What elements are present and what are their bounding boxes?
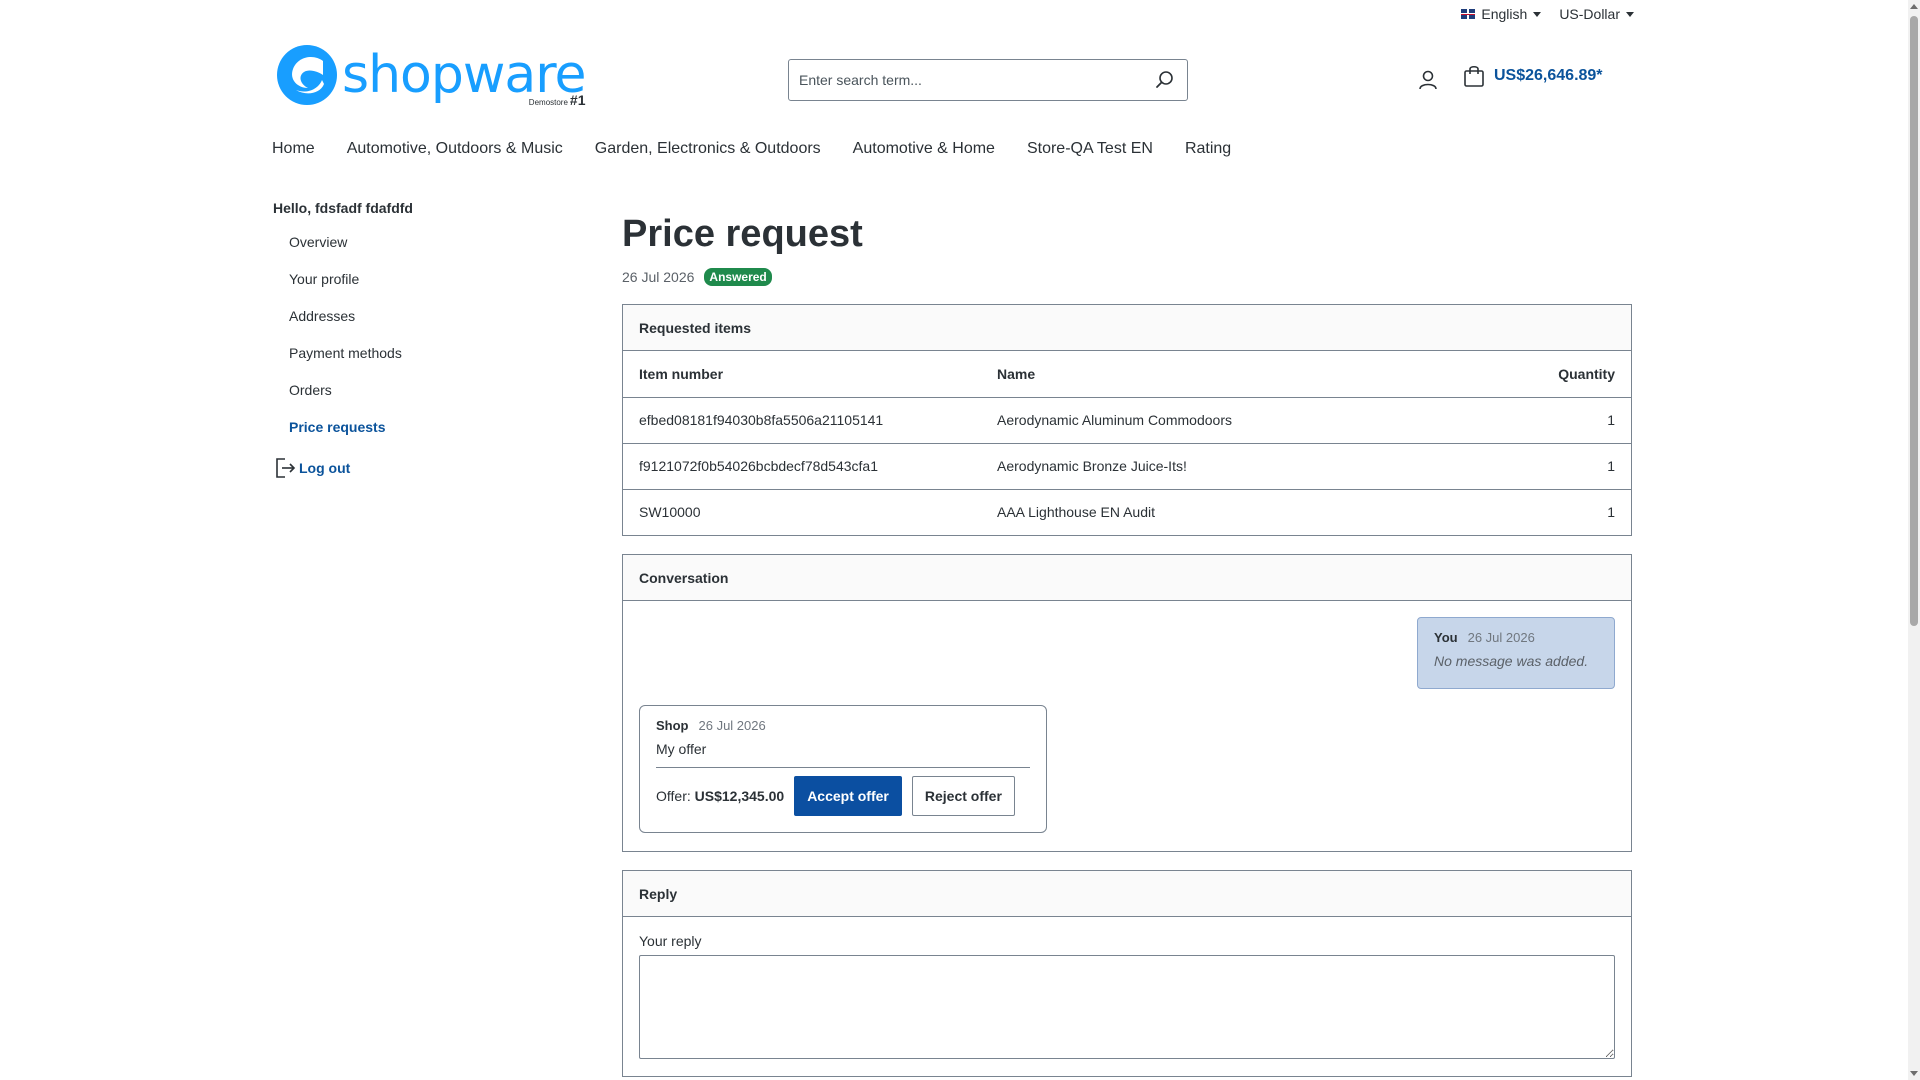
requested-items-card: Requested items Item number Name Quantit… bbox=[622, 304, 1632, 536]
item-number-cell: efbed08181f94030b8fa5506a21105141 bbox=[623, 397, 981, 444]
scrollbar-thumb[interactable] bbox=[1910, 16, 1918, 626]
message-author: You bbox=[1434, 630, 1458, 645]
nav-item-garden-electronics-outdoors[interactable]: Garden, Electronics & Outdoors bbox=[595, 140, 821, 158]
table-header-row: Item number Name Quantity bbox=[623, 351, 1631, 398]
logo-sub: Demostore #1 bbox=[529, 92, 586, 108]
chevron-down-icon bbox=[1533, 11, 1542, 17]
chevron-down-icon bbox=[1626, 11, 1634, 17]
sidebar-item-orders[interactable]: Orders bbox=[273, 372, 573, 409]
search-button[interactable] bbox=[1153, 68, 1177, 92]
reply-label: Your reply bbox=[639, 933, 702, 949]
account-sidebar: Hello, fdsfadf fdafdfd Overview Your pro… bbox=[273, 200, 573, 480]
offer-row: Offer: US$12,345.00 Accept offer Reject … bbox=[656, 776, 1030, 816]
message-date: 26 Jul 2026 bbox=[698, 718, 766, 733]
sidebar-item-profile[interactable]: Your profile bbox=[273, 261, 573, 298]
currency-label: US-Dollar bbox=[1559, 6, 1620, 22]
cart-total: US$26,646.89* bbox=[1494, 67, 1603, 84]
main-navigation: Home Automotive, Outdoors & Music Garden… bbox=[272, 140, 1231, 158]
column-header-name: Name bbox=[981, 351, 1469, 398]
column-header-item-number: Item number bbox=[623, 351, 981, 398]
logout-icon bbox=[276, 458, 296, 478]
nav-item-automotive-home[interactable]: Automotive & Home bbox=[853, 140, 995, 158]
item-quantity-cell: 1 bbox=[1468, 397, 1631, 444]
reply-textarea[interactable] bbox=[639, 955, 1615, 1059]
table-row: f9121072f0b54026bcbdecf78d543cfa1 Aerody… bbox=[623, 443, 1631, 490]
item-name-cell: Aerodynamic Bronze Juice-Its! bbox=[981, 443, 1469, 490]
nav-item-rating[interactable]: Rating bbox=[1185, 140, 1231, 158]
column-header-quantity: Quantity bbox=[1468, 351, 1631, 398]
logout-link[interactable]: Log out bbox=[273, 456, 573, 480]
requested-items-title: Requested items bbox=[623, 305, 1631, 351]
reply-card: Reply Your reply bbox=[622, 870, 1632, 1077]
sidebar-item-overview[interactable]: Overview bbox=[273, 224, 573, 261]
requested-items-table: Item number Name Quantity efbed08181f940… bbox=[623, 351, 1631, 535]
nav-item-store-qa-test[interactable]: Store-QA Test EN bbox=[1027, 140, 1153, 158]
search-icon bbox=[1156, 71, 1173, 88]
table-row: efbed08181f94030b8fa5506a21105141 Aerody… bbox=[623, 397, 1631, 444]
message-author: Shop bbox=[656, 718, 689, 733]
sidebar-item-price-requests[interactable]: Price requests bbox=[273, 409, 573, 446]
price-request-content: Price request 26 Jul 2026 Answered Reque… bbox=[622, 210, 1632, 1077]
offer-label: Offer: bbox=[656, 788, 691, 804]
search-input[interactable] bbox=[799, 72, 1153, 88]
scroll-down-arrow-icon[interactable] bbox=[1910, 1071, 1918, 1076]
request-meta: 26 Jul 2026 Answered bbox=[622, 268, 1632, 286]
shop-logo[interactable]: shopware Demostore #1 bbox=[276, 44, 586, 108]
search-box bbox=[788, 59, 1188, 101]
language-label: English bbox=[1481, 6, 1528, 22]
item-quantity-cell: 1 bbox=[1607, 504, 1615, 521]
header: shopware Demostore #1 US$26,646.89* bbox=[272, 40, 1634, 120]
sidebar-item-addresses[interactable]: Addresses bbox=[273, 298, 573, 335]
message-text: My offer bbox=[656, 741, 1030, 768]
offer-value: US$12,345.00 bbox=[694, 788, 785, 804]
greeting: Hello, fdsfadf fdafdfd bbox=[273, 200, 413, 216]
sidebar-item-payment-methods[interactable]: Payment methods bbox=[273, 335, 573, 372]
uk-flag-icon bbox=[1461, 9, 1476, 19]
logo-sub-label: Demostore bbox=[528, 98, 568, 107]
shopware-logo-icon bbox=[277, 45, 337, 105]
nav-item-home[interactable]: Home bbox=[272, 140, 315, 158]
topbar: English US-Dollar bbox=[1461, 6, 1634, 22]
conversation-body: You 26 Jul 2026 No message was added. Sh… bbox=[623, 601, 1631, 851]
item-quantity-cell: 1 bbox=[1468, 443, 1631, 490]
nav-item-automotive-outdoors-music[interactable]: Automotive, Outdoors & Music bbox=[347, 140, 563, 158]
scroll-up-arrow-icon[interactable] bbox=[1910, 4, 1918, 9]
status-badge: Answered bbox=[704, 268, 772, 286]
account-button[interactable] bbox=[1414, 66, 1442, 94]
table-row: SW10000 AAA Lighthouse EN Audit 1 bbox=[623, 489, 1631, 535]
reply-body: Your reply bbox=[623, 917, 1631, 1076]
customer-message: You 26 Jul 2026 No message was added. bbox=[1417, 617, 1615, 689]
shopping-bag-icon bbox=[1464, 65, 1484, 87]
conversation-card: Conversation You 26 Jul 2026 No message … bbox=[622, 554, 1632, 852]
item-number-cell: f9121072f0b54026bcbdecf78d543cfa1 bbox=[623, 443, 981, 490]
item-number-cell: SW10000 bbox=[639, 504, 701, 521]
conversation-title: Conversation bbox=[623, 555, 1631, 601]
cart-button[interactable]: US$26,646.89* bbox=[1462, 64, 1603, 88]
language-dropdown[interactable]: English bbox=[1461, 6, 1542, 22]
logo-sub-number: #1 bbox=[569, 92, 586, 108]
currency-dropdown[interactable]: US-Dollar bbox=[1559, 6, 1634, 22]
item-name-cell: AAA Lighthouse EN Audit bbox=[997, 504, 1155, 521]
message-text: No message was added. bbox=[1434, 653, 1589, 669]
offer-info: Offer: US$12,345.00 bbox=[656, 788, 784, 804]
shop-message: Shop 26 Jul 2026 My offer Offer: US$12,3… bbox=[639, 705, 1047, 833]
request-date: 26 Jul 2026 bbox=[622, 269, 695, 285]
logout-label: Log out bbox=[299, 460, 351, 476]
message-header: Shop 26 Jul 2026 bbox=[656, 718, 1030, 733]
item-name-cell: Aerodynamic Aluminum Commodoors bbox=[981, 397, 1469, 444]
reject-offer-button[interactable]: Reject offer bbox=[911, 776, 1015, 816]
message-date: 26 Jul 2026 bbox=[1467, 630, 1535, 645]
message-header: You 26 Jul 2026 bbox=[1434, 630, 1598, 645]
page-scrollbar[interactable] bbox=[1908, 0, 1920, 1080]
reply-title: Reply bbox=[623, 871, 1631, 917]
user-icon bbox=[1419, 70, 1437, 90]
page-title: Price request bbox=[622, 213, 863, 255]
accept-offer-button[interactable]: Accept offer bbox=[794, 776, 902, 816]
